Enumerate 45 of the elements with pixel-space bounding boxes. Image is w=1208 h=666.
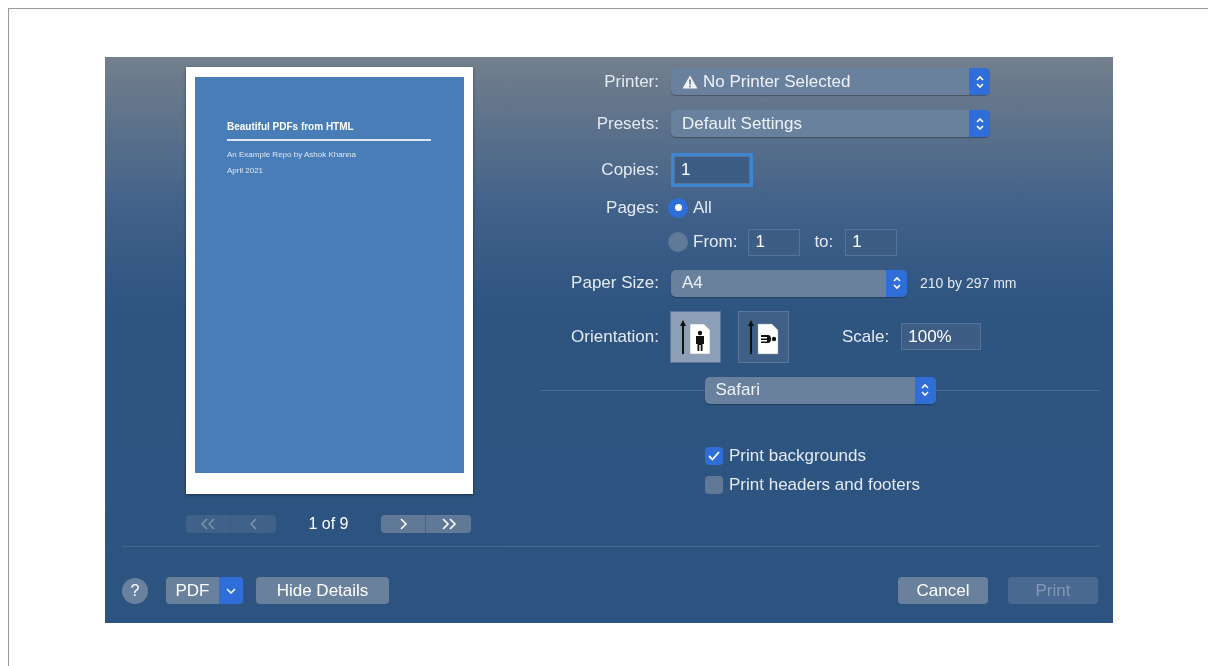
document-title: Beautiful PDFs from HTML bbox=[227, 119, 431, 141]
pages-label: Pages: bbox=[605, 197, 659, 219]
copies-label: Copies: bbox=[600, 159, 659, 182]
paper-size-popup[interactable]: A4 bbox=[671, 269, 907, 297]
presets-label: Presets: bbox=[595, 112, 659, 135]
chevron-right-icon bbox=[398, 518, 408, 530]
checkmark-icon bbox=[708, 450, 720, 461]
printer-popup[interactable]: No Printer Selected bbox=[671, 68, 990, 95]
stepper-icon bbox=[974, 115, 985, 132]
radio-button[interactable] bbox=[668, 197, 688, 218]
help-button[interactable]: ? bbox=[122, 577, 148, 604]
stepper-icon bbox=[891, 275, 902, 291]
cancel-button[interactable]: Cancel bbox=[898, 577, 988, 604]
stepper-icon bbox=[974, 73, 985, 90]
document-date: April 2021 bbox=[227, 165, 265, 177]
checkbox-label: Print headers and footers bbox=[729, 473, 920, 496]
radio-button[interactable] bbox=[668, 232, 688, 252]
to-page-field[interactable]: 1 bbox=[845, 228, 898, 256]
radio-label: From: bbox=[693, 231, 738, 254]
page-nav-button[interactable] bbox=[426, 515, 471, 533]
paper-dimensions: 210 by 297 mm bbox=[920, 273, 1017, 293]
orientation-button[interactable] bbox=[670, 310, 721, 363]
checkbox-label: Print backgrounds bbox=[729, 444, 867, 467]
scale-label: Scale: bbox=[842, 325, 890, 348]
scale-field[interactable]: 100% bbox=[901, 323, 982, 350]
to-label: to: bbox=[814, 231, 834, 254]
orientation-label: Orientation: bbox=[570, 325, 659, 348]
checkbox[interactable] bbox=[705, 475, 723, 494]
orientation-button[interactable] bbox=[738, 310, 789, 363]
chevron-left-icon bbox=[248, 518, 259, 530]
stepper-icon bbox=[920, 382, 930, 398]
copies-field[interactable]: 1 bbox=[674, 156, 750, 184]
printer-label: Printer: bbox=[603, 70, 659, 93]
radio-label: All bbox=[693, 197, 712, 219]
document-subtitle: An Example Repo by Ashok Khanna bbox=[227, 149, 357, 161]
checkbox[interactable] bbox=[705, 446, 723, 465]
app-options-popup[interactable]: Safari bbox=[704, 376, 936, 404]
paper-size-label: Paper Size: bbox=[570, 272, 659, 295]
pdf-menu-button[interactable]: PDF bbox=[166, 577, 243, 604]
page-counter: 1 of 9 bbox=[307, 514, 350, 534]
chevron-down-icon bbox=[226, 587, 236, 594]
page-nav-button[interactable] bbox=[381, 515, 426, 533]
hide-details-button[interactable]: Hide Details bbox=[256, 577, 389, 604]
from-page-field[interactable]: 1 bbox=[748, 228, 801, 256]
presets-popup[interactable]: Default Settings bbox=[671, 110, 990, 137]
